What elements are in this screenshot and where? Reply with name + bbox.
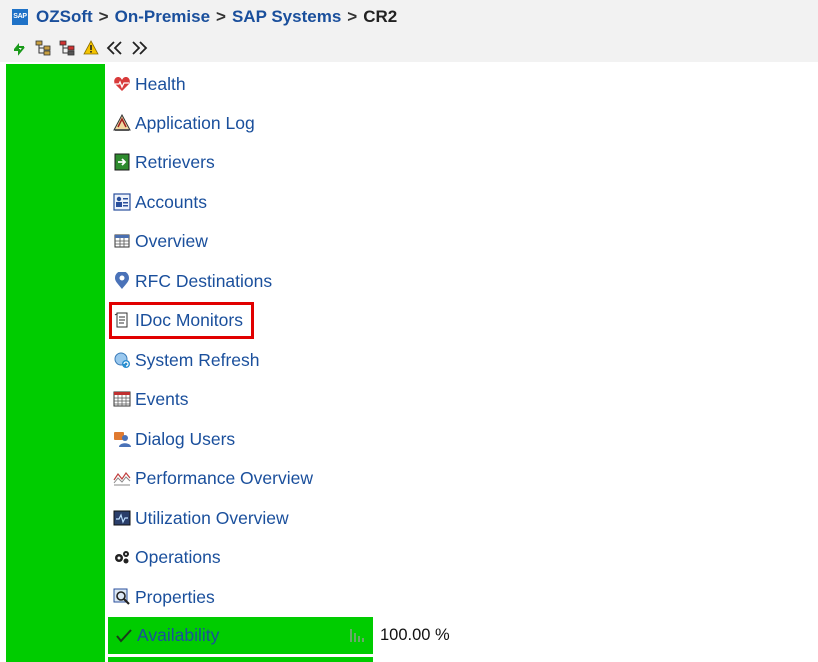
system-refresh-icon <box>112 350 132 370</box>
menu-item-label: Accounts <box>135 191 207 212</box>
status-indicator-column <box>6 64 105 662</box>
properties-icon <box>112 587 132 607</box>
calendar-icon <box>112 389 132 409</box>
header-bar: SAP OZSoft > On-Premise > SAP Systems > … <box>0 0 818 62</box>
menu-item-health[interactable]: Health <box>112 71 186 97</box>
menu-item-label: System Refresh <box>135 349 260 370</box>
retrievers-icon <box>112 152 132 172</box>
performance-icon <box>112 468 132 488</box>
menu-item-dialog-users[interactable]: Dialog Users <box>112 426 235 452</box>
menu-item-overview[interactable]: Overview <box>112 228 208 254</box>
menu-item-label: Application Log <box>135 112 255 133</box>
collapse-left-icon[interactable] <box>106 39 124 57</box>
dialog-users-icon <box>112 429 132 449</box>
application-log-icon <box>112 113 132 133</box>
breadcrumb-item-on-premise[interactable]: On-Premise <box>115 7 210 27</box>
menu-item-retrievers[interactable]: Retrievers <box>112 149 215 175</box>
heart-pulse-icon <box>112 74 132 94</box>
hierarchy-icon[interactable] <box>34 39 52 57</box>
availability-value: 100.00 % <box>380 626 450 644</box>
menu-item-events[interactable]: Events <box>112 386 189 412</box>
menu-item-label: Overview <box>135 230 208 251</box>
alert-tree-icon[interactable] <box>58 39 76 57</box>
checkmark-icon <box>114 626 134 646</box>
warning-icon[interactable] <box>82 39 100 57</box>
menu-item-accounts[interactable]: Accounts <box>112 189 207 215</box>
breadcrumb-item-current: CR2 <box>363 7 398 26</box>
menu-item-system-refresh[interactable]: System Refresh <box>112 347 259 373</box>
menu-item-properties[interactable]: Properties <box>112 584 215 610</box>
menu-item-operations[interactable]: Operations <box>112 544 221 570</box>
menu-item-utilization-overview[interactable]: Utilization Overview <box>112 505 289 531</box>
menu-item-label: Utilization Overview <box>135 507 289 528</box>
utilization-monitor-icon <box>112 508 132 528</box>
menu-item-label: Operations <box>135 546 221 567</box>
menu-item-rfc-destinations[interactable]: RFC Destinations <box>112 268 272 294</box>
menu-item-application-log[interactable]: Application Log <box>112 110 255 136</box>
overview-icon <box>112 231 132 251</box>
availability-row[interactable]: Availability <box>108 617 373 654</box>
menu-item-label: Retrievers <box>135 151 215 172</box>
availability-label: Availability <box>137 625 220 645</box>
breadcrumb-separator: > <box>98 7 109 26</box>
menu-item-label: Performance Overview <box>135 467 313 488</box>
toolbar <box>10 38 148 58</box>
sap-logo-icon: SAP <box>12 9 28 25</box>
expand-right-icon[interactable] <box>130 39 148 57</box>
menu-item-label: Events <box>135 388 189 409</box>
accounts-icon <box>112 192 132 212</box>
next-status-bar <box>108 657 373 662</box>
menu-item-label: Dialog Users <box>135 428 236 449</box>
highlight-box <box>109 302 254 339</box>
location-pin-icon <box>112 271 132 291</box>
breadcrumb-separator: > <box>347 7 358 26</box>
breadcrumb-item-ozsoft[interactable]: OZSoft <box>36 7 93 27</box>
breadcrumb-separator: > <box>216 7 226 26</box>
menu-item-label: RFC Destinations <box>135 270 273 291</box>
breadcrumb: SAP OZSoft > On-Premise > SAP Systems > … <box>12 6 397 28</box>
menu-item-performance-overview[interactable]: Performance Overview <box>112 465 313 491</box>
breadcrumb-item-sap-systems[interactable]: SAP Systems <box>232 7 341 27</box>
refresh-icon[interactable] <box>10 39 28 57</box>
bar-chart-icon[interactable] <box>349 627 365 648</box>
gears-icon <box>112 547 132 567</box>
menu-item-label: Properties <box>135 586 215 607</box>
menu-item-label: Health <box>135 73 186 94</box>
